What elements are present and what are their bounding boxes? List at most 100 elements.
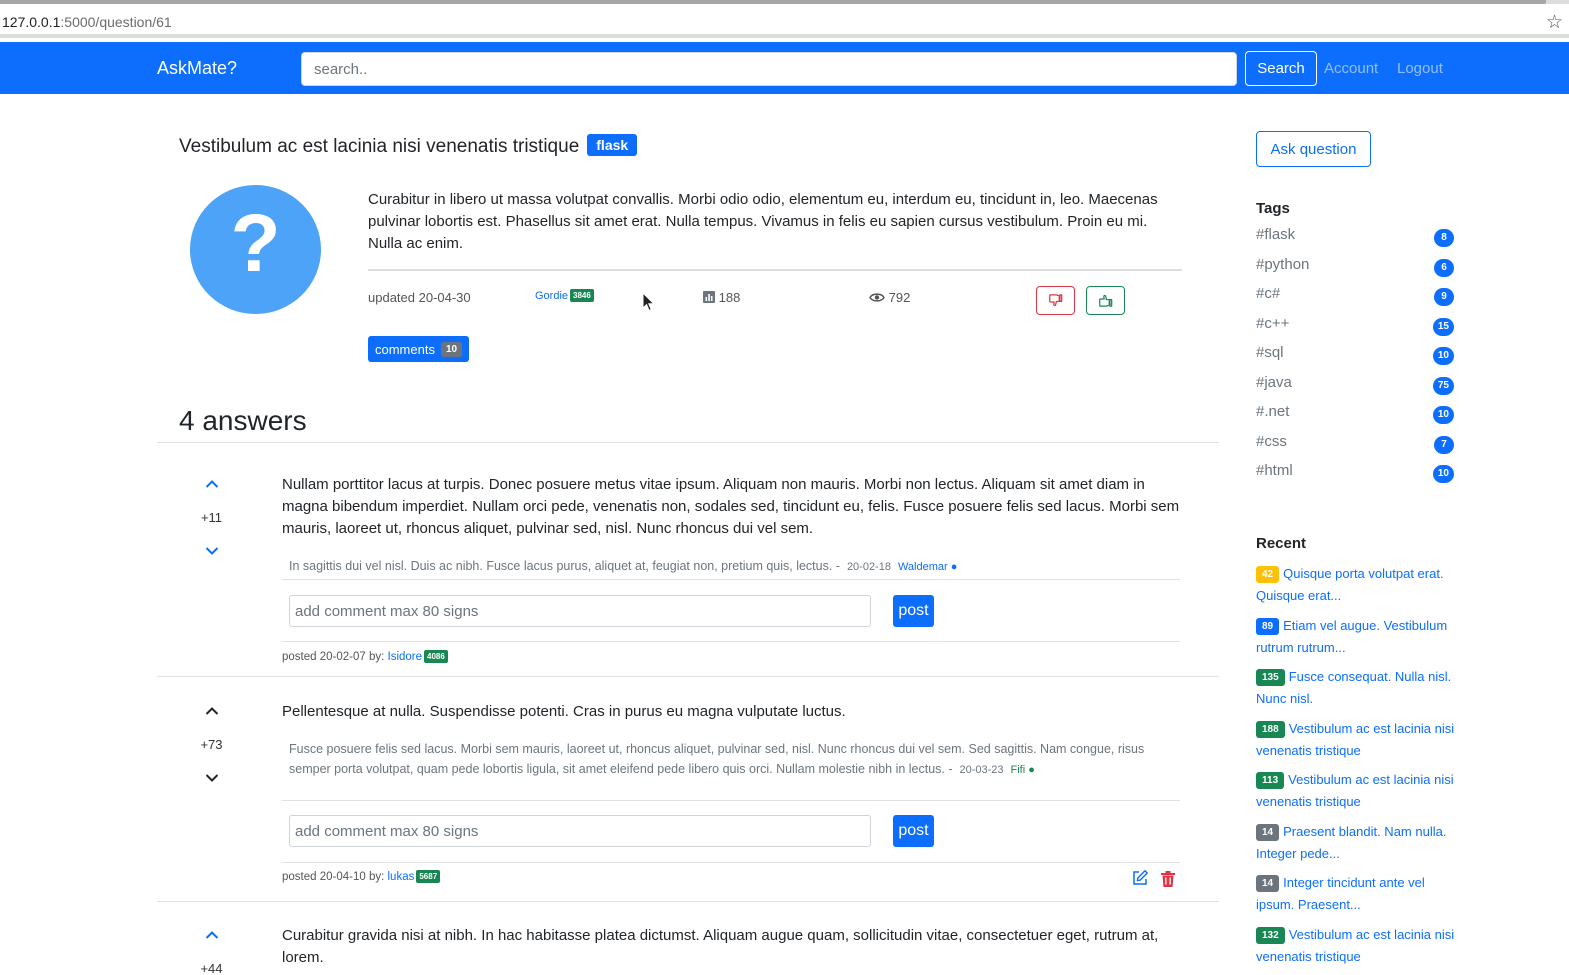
tag-link[interactable]: #html 10 [1256, 462, 1454, 486]
comments-count-badge: 10 [440, 341, 463, 357]
tag-link[interactable]: #c# 9 [1256, 285, 1454, 309]
comments-button[interactable]: comments 10 [368, 336, 470, 362]
avatar: ? [190, 185, 321, 314]
edit-icon[interactable] [1131, 869, 1149, 887]
tag-count-badge: 10 [1432, 465, 1454, 483]
divider [368, 269, 1182, 271]
bookmark-star-icon[interactable]: ☆ [1546, 11, 1563, 34]
answer-vote-column: +44 [195, 927, 228, 975]
tag-link[interactable]: #c++ 15 [1256, 315, 1454, 339]
tag-count-badge: 9 [1434, 288, 1454, 306]
upvote-button[interactable] [1086, 286, 1125, 315]
post-comment-button[interactable]: post [893, 815, 934, 847]
recent-count-badge: 132 [1256, 926, 1285, 944]
tag-name: #c# [1256, 285, 1281, 302]
upvote-chevron-icon[interactable] [205, 930, 219, 940]
tag-count-badge: 10 [1432, 406, 1454, 424]
tag-link[interactable]: #python 6 [1256, 256, 1454, 280]
question-mark-icon: ? [230, 198, 281, 289]
trash-icon[interactable] [1159, 870, 1177, 888]
tag-count-badge: 10 [1432, 347, 1454, 365]
thumbs-down-icon [1049, 294, 1063, 307]
search-input[interactable] [301, 52, 1237, 86]
recent-question-text: Praesent blandit. Nam nulla. Integer ped… [1256, 823, 1447, 861]
answer-posted-info: posted 20-02-07 by: Isidore 4086 [282, 650, 448, 663]
recent-question-link[interactable]: 14 Integer tincidunt ante vel ipsum. Prae… [1256, 872, 1456, 916]
answer-body: Nullam porttitor lacus at turpis. Donec … [282, 476, 1180, 537]
tag-name: #sql [1256, 344, 1284, 361]
recent-count-badge: 89 [1256, 617, 1280, 635]
recent-question-text: Quisque porta volutpat erat. Quisque era… [1256, 566, 1444, 603]
answer-vote-column: +11 [195, 476, 228, 556]
question-updated-date: updated 20-04-30 [368, 290, 471, 305]
divider [282, 862, 1180, 863]
comment-author[interactable]: Waldemar ● [898, 561, 957, 573]
answer-posted-info: posted 20-04-10 by: lukas 5687 [282, 870, 441, 883]
recent-heading: Recent [1256, 535, 1307, 552]
answer-comment: In sagittis dui vel nisl. Duis ac nibh. … [289, 559, 958, 573]
author-reputation-badge: 3846 [570, 289, 594, 302]
recent-count-badge: 14 [1256, 875, 1280, 892]
mouse-cursor-icon [642, 292, 655, 312]
search-button[interactable]: Search [1245, 51, 1317, 86]
recent-question-link[interactable]: 113 Vestibulum ac est lacinia nisi venena… [1256, 769, 1456, 813]
upvote-chevron-icon[interactable] [205, 479, 219, 489]
recent-count-badge: 42 [1256, 566, 1280, 583]
tag-link[interactable]: #css 7 [1256, 433, 1454, 457]
tag-name: #html [1256, 462, 1293, 479]
recent-question-link[interactable]: 132 Vestibulum ac est lacinia nisi venena… [1256, 924, 1456, 968]
comment-input[interactable] [289, 815, 871, 847]
tag-name: #python [1256, 255, 1310, 273]
answer-score: +73 [200, 737, 223, 752]
upvote-chevron-icon[interactable] [205, 706, 219, 716]
recent-question-link[interactable]: 188 Vestibulum ac est lacinia nisi venena… [1256, 718, 1456, 762]
recent-question-text: Vestibulum ac est lacinia nisi venenatis… [1256, 926, 1455, 964]
tag-count-badge: 8 [1434, 229, 1454, 247]
tag-link[interactable]: #java 75 [1256, 374, 1454, 398]
recent-question-link[interactable]: 42 Quisque porta volutpat erat. Quisque e… [1256, 563, 1456, 607]
tags-heading: Tags [1256, 200, 1290, 217]
tag-name: #.net [1256, 403, 1290, 420]
recent-count-badge: 135 [1256, 669, 1285, 686]
answer-author[interactable]: Isidore [388, 651, 423, 663]
downvote-chevron-icon[interactable] [205, 546, 219, 556]
question-author[interactable]: Gordie 3846 [535, 289, 594, 302]
question-tag-badge[interactable]: flask [587, 134, 638, 156]
answer-score: +11 [200, 510, 223, 525]
recent-question-link[interactable]: 89 Etiam vel augue. Vestibulum rutrum rut… [1256, 615, 1456, 659]
tag-link[interactable]: #.net 10 [1256, 403, 1454, 427]
bar-chart-icon [703, 291, 715, 303]
recent-question-text: Fusce consequat. Nulla nisl. Nunc nisl. [1256, 669, 1452, 706]
address-bar[interactable]: 127.0.0.1:5000/question/61 ☆ [0, 4, 1569, 38]
answer-comment: Fusce posuere felis sed lacus. Morbi sem… [289, 742, 1145, 776]
brand-logo[interactable]: AskMate? [157, 58, 237, 79]
comment-input[interactable] [289, 595, 871, 627]
question-title: Vestibulum ac est lacinia nisi venenatis… [179, 134, 638, 158]
answer-body: Curabitur gravida nisi at nibh. In hac h… [282, 927, 1159, 966]
url-text[interactable]: 127.0.0.1:5000/question/61 [2, 14, 172, 30]
question-body: Curabitur in libero ut massa volutpat co… [368, 191, 1158, 252]
downvote-button[interactable] [1036, 286, 1075, 315]
divider [157, 676, 1219, 677]
divider [157, 442, 1219, 443]
author-reputation-badge: 4086 [424, 650, 448, 663]
answer-score: +44 [200, 961, 223, 975]
recent-question-link[interactable]: 14 Praesent blandit. Nam nulla. Integer p… [1256, 821, 1456, 865]
answer-body: Pellentesque at nulla. Suspendisse poten… [282, 703, 846, 720]
tag-link[interactable]: #flask 8 [1256, 226, 1454, 250]
comment-author[interactable]: Fifi ● [1011, 764, 1035, 776]
tag-link[interactable]: #sql 10 [1256, 344, 1454, 368]
answer-author[interactable]: lukas [388, 871, 415, 883]
logout-link[interactable]: Logout [1397, 60, 1443, 77]
recent-count-badge: 113 [1256, 772, 1285, 789]
recent-question-text: Etiam vel augue. Vestibulum rutrum rutru… [1256, 617, 1448, 655]
post-comment-button[interactable]: post [893, 595, 934, 627]
tag-name: #java [1256, 373, 1292, 391]
ask-question-button[interactable]: Ask question [1256, 131, 1371, 167]
recent-question-link[interactable]: 135 Fusce consequat. Nulla nisl. Nunc nis… [1256, 666, 1456, 710]
answers-heading: 4 answers [179, 405, 307, 436]
question-stat: 188 [703, 290, 740, 305]
answer-vote-column: +73 [195, 703, 228, 783]
downvote-chevron-icon[interactable] [205, 773, 219, 783]
account-link[interactable]: Account [1324, 60, 1378, 77]
